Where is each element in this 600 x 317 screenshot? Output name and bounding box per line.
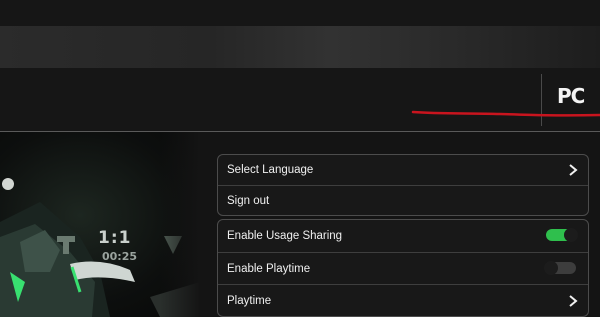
select-language-row[interactable]: Select Language [218,155,588,185]
platform-label: PC [557,84,585,108]
settings-panel: Enable Usage Sharing Enable Playtime Pla… [217,219,589,317]
chevron-right-icon [569,164,578,176]
hero-image: 1:1 00:25 [0,132,200,317]
account-panel: Select Language Sign out [217,154,589,216]
sign-out-row[interactable]: Sign out [218,185,588,215]
playtime-toggle[interactable] [544,261,576,275]
club-crest-icon [57,236,75,254]
usage-sharing-label: Enable Usage Sharing [227,230,343,242]
header-banner [0,26,600,68]
chevron-right-icon [569,295,578,307]
usage-sharing-row[interactable]: Enable Usage Sharing [218,220,588,252]
header-divider [541,74,542,126]
sign-out-label: Sign out [227,194,270,207]
playtime-row[interactable]: Playtime [218,284,588,316]
header-bar [0,68,600,131]
top-strip [0,0,600,26]
match-score: 1:1 [98,228,132,248]
match-clock: 00:25 [102,250,138,263]
playtime-enable-label: Enable Playtime [227,262,311,275]
select-language-label: Select Language [227,164,314,176]
hero-fade [160,132,200,317]
usage-sharing-toggle[interactable] [546,228,578,242]
playtime-label: Playtime [227,294,272,307]
playtime-enable-row[interactable]: Enable Playtime [218,252,588,284]
